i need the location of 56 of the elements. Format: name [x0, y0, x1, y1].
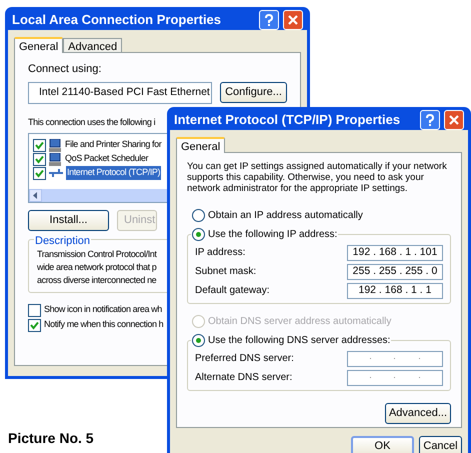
intro-text: You can get IP settings assigned automatically if your network supports this capability. Otherwise, you need to ask your network administrator for the appropriate IP settings. — [187, 161, 448, 194]
radio-label: Obtain DNS server address automatically — [208, 314, 392, 328]
network-icon — [49, 168, 63, 178]
radio-button[interactable] — [192, 334, 205, 346]
checkbox-label: Notify me when this connection h — [44, 318, 164, 332]
radio-button[interactable] — [192, 208, 205, 222]
label: This connection uses the following i — [28, 116, 156, 129]
list-item[interactable]: Internet Protocol (TCP/IP) — [66, 166, 162, 180]
field-label: Preferred DNS server: — [195, 352, 294, 366]
field-label: Default gateway: — [195, 284, 270, 298]
tab[interactable]: General — [176, 137, 226, 153]
ip-address-field[interactable] — [347, 350, 443, 366]
button[interactable]: OK — [351, 436, 414, 453]
button[interactable]: Advanced... — [385, 403, 451, 424]
computer-icon — [49, 138, 61, 152]
field-label: IP address: — [195, 246, 246, 260]
radio-label: Use the following IP address: — [208, 228, 338, 242]
window-title: Internet Protocol (TCP/IP) Properties — [174, 111, 402, 130]
radio-button[interactable] — [192, 228, 205, 240]
checkbox[interactable] — [33, 166, 46, 180]
checkbox[interactable] — [33, 138, 46, 152]
adapter-name: Intel 21140-Based PCI Fast Ethernet — [39, 84, 210, 100]
ip-address-field[interactable] — [347, 370, 443, 386]
checkbox[interactable] — [28, 304, 41, 316]
caption: Picture No. 5 — [8, 429, 94, 448]
label: Connect using: — [28, 62, 102, 77]
field-label: Alternate DNS server: — [195, 371, 292, 385]
tab[interactable]: General — [14, 37, 64, 53]
close-button[interactable] — [283, 10, 303, 30]
field-label: Subnet mask: — [195, 265, 256, 279]
button[interactable]: Cancel — [419, 436, 462, 453]
list-item[interactable]: QoS Packet Scheduler — [64, 152, 150, 166]
checkbox-label: Show icon in notification area wh — [44, 303, 162, 316]
window-title: Local Area Connection Properties — [12, 11, 222, 30]
button[interactable]: Install... — [28, 210, 109, 231]
list-item[interactable]: File and Printer Sharing for — [64, 138, 162, 152]
checkbox[interactable] — [33, 152, 46, 166]
help-icon — [425, 114, 435, 126]
checkbox[interactable] — [28, 318, 41, 332]
close-icon — [449, 115, 459, 125]
ip-address-field[interactable]: 192 . 168 . 1 . 1 — [347, 282, 443, 298]
computer-icon — [49, 152, 61, 166]
radio-label: Obtain an IP address automatically — [208, 208, 363, 222]
help-button[interactable] — [420, 110, 440, 130]
group-title: Description — [34, 233, 92, 250]
help-icon — [264, 14, 274, 26]
ip-address-field[interactable]: 192 . 168 . 1 . 101 — [347, 244, 443, 260]
close-icon — [288, 15, 298, 25]
close-button[interactable] — [444, 110, 464, 130]
left-arrow-icon — [33, 192, 38, 199]
tab[interactable]: Advanced — [63, 38, 122, 52]
help-button[interactable] — [259, 10, 279, 30]
ip-address-field[interactable]: 255 . 255 . 255 . 0 — [347, 264, 443, 280]
description-text: Transmission Control Protocol/Int wide area network protocol that p across diverse interconnected ne — [36, 248, 158, 287]
button[interactable]: Configure... — [220, 82, 287, 103]
radio-label: Use the following DNS server addresses: — [208, 334, 390, 348]
